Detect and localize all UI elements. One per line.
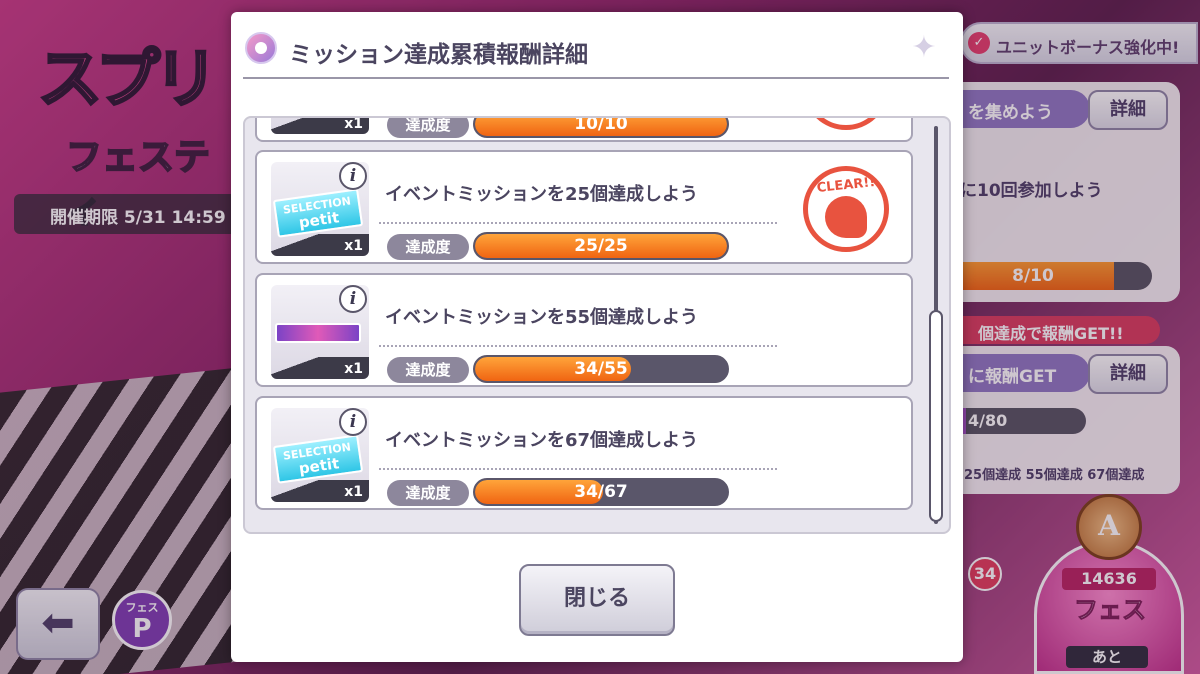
clear-stamp	[797, 118, 899, 130]
mission-row: i x1 イベントミッションを55個達成しよう 達成度 34/55	[255, 273, 913, 387]
mission-row: SELECTION petit i x1 イベントミッションを25個達成しよう 達…	[255, 150, 913, 264]
mission-row: x1 達成度 10/10	[255, 118, 913, 142]
dialog-title: ミッション達成累積報酬詳細	[289, 42, 588, 68]
reward-item[interactable]: SELECTION petit i x1	[271, 408, 369, 502]
dotted-divider	[379, 345, 777, 347]
scrollbar[interactable]	[929, 126, 943, 524]
clear-stamp-ring	[803, 118, 889, 130]
swan-emblem-icon	[825, 196, 867, 238]
dotted-divider	[379, 222, 777, 224]
close-button[interactable]: 閉じる	[519, 564, 675, 636]
progress-bar: 25/25	[473, 232, 729, 260]
progress-bar: 34/67	[473, 478, 729, 506]
progress-label: 達成度	[387, 234, 469, 260]
progress-label: 達成度	[387, 480, 469, 506]
gacha-ticket-icon	[275, 323, 361, 343]
mission-row: SELECTION petit i x1 イベントミッションを67個達成しよう 達…	[255, 396, 913, 510]
reward-quantity: x1	[271, 234, 369, 256]
reward-item[interactable]: SELECTION petit i x1	[271, 162, 369, 256]
info-icon[interactable]: i	[339, 162, 367, 190]
title-divider	[243, 77, 949, 79]
mission-text: イベントミッションを55個達成しよう	[385, 307, 699, 328]
reward-item[interactable]: x1	[271, 118, 369, 134]
mission-list-viewport: x1 達成度 10/10 SELECTION petit i x1 イベントミッ…	[245, 118, 919, 532]
progress-text: 34/55	[574, 359, 628, 379]
mission-text: イベントミッションを25個達成しよう	[385, 184, 699, 205]
progress-text: 25/25	[574, 236, 628, 256]
clear-stamp: CLEAR!!	[797, 166, 899, 252]
dotted-divider	[379, 468, 777, 470]
mission-text: イベントミッションを67個達成しよう	[385, 430, 699, 451]
progress-text: 10/10	[574, 118, 628, 134]
sparkle-icon: ✦	[911, 30, 937, 65]
progress-bar: 34/55	[473, 355, 729, 383]
mission-list[interactable]: x1 達成度 10/10 SELECTION petit i x1 イベントミッ…	[243, 116, 951, 534]
reward-item[interactable]: i x1	[271, 285, 369, 379]
reward-quantity: x1	[271, 357, 369, 379]
reward-quantity: x1	[271, 118, 369, 134]
mission-reward-dialog: ミッション達成累積報酬詳細 ✦ x1 達成度 10/10 SELECTION p…	[231, 12, 963, 662]
progress-text: 34/67	[574, 482, 628, 502]
progress-label: 達成度	[387, 118, 469, 138]
info-icon[interactable]: i	[339, 285, 367, 313]
mission-badge-icon	[245, 32, 277, 64]
scroll-thumb[interactable]	[929, 310, 943, 522]
progress-label: 達成度	[387, 357, 469, 383]
progress-bar: 10/10	[473, 118, 729, 138]
info-icon[interactable]: i	[339, 408, 367, 436]
reward-quantity: x1	[271, 480, 369, 502]
